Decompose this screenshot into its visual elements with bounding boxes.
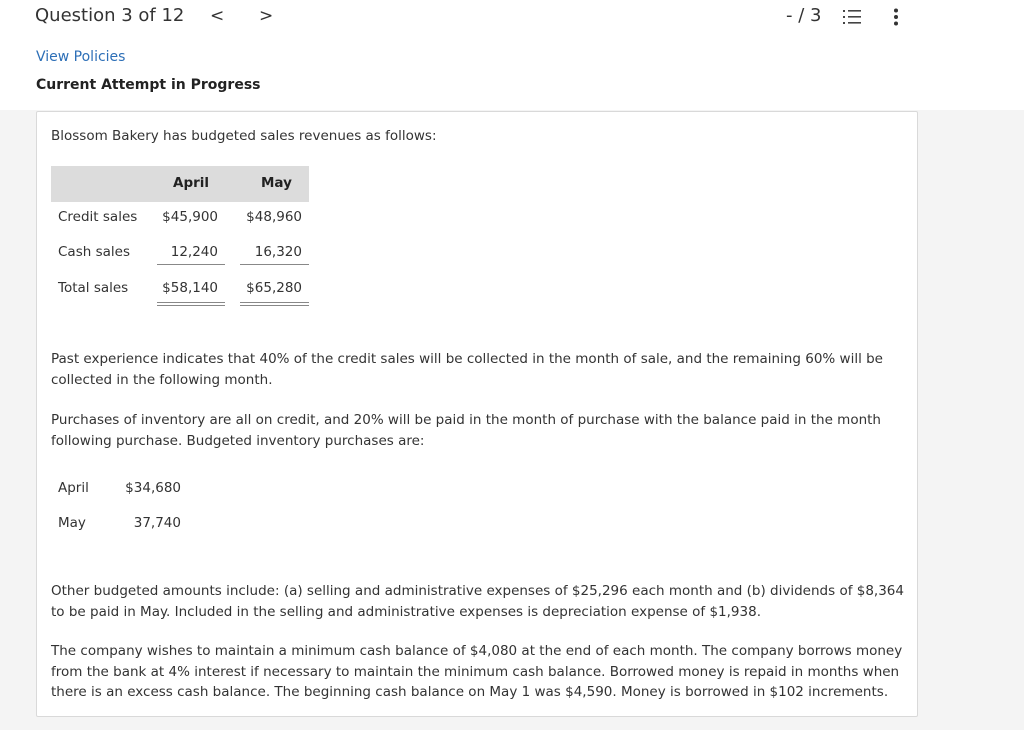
row-label-total-sales: Total sales [58, 280, 129, 296]
cell-credit-april: $45,900 [162, 209, 218, 225]
column-header-april: April [173, 175, 210, 191]
purchases-paragraph: Purchases of inventory are all on credit… [51, 412, 881, 449]
total-double-rule-april-top [157, 302, 225, 303]
view-policies-link[interactable]: View Policies [36, 49, 125, 65]
more-vertical-icon[interactable] [892, 8, 900, 26]
purchase-amount-april: $34,680 [125, 480, 181, 496]
total-double-rule-may-bottom [240, 305, 309, 306]
question-card: Blossom Bakery has budgeted sales revenu… [36, 111, 918, 717]
cell-cash-may: 16,320 [254, 244, 302, 260]
other-amounts-paragraph: Other budgeted amounts include: (a) sell… [51, 583, 904, 620]
question-counter: Question 3 of 12 [35, 5, 185, 26]
list-icon[interactable] [843, 9, 861, 25]
top-bar: Question 3 of 12 < > - / 3 [0, 0, 1024, 46]
chevron-right-icon[interactable]: > [259, 6, 273, 26]
intro-text: Blossom Bakery has budgeted sales revenu… [51, 128, 437, 144]
purchase-month-april: April [58, 480, 89, 496]
row-label-cash-sales: Cash sales [58, 244, 130, 260]
policy-area: View Policies Current Attempt in Progres… [0, 46, 1024, 110]
cell-cash-april: 12,240 [170, 244, 218, 260]
chevron-left-icon[interactable]: < [210, 6, 224, 26]
column-header-may: May [261, 175, 292, 191]
total-double-rule-april-bottom [157, 305, 225, 306]
cell-total-april: $58,140 [162, 280, 218, 296]
total-double-rule-may-top [240, 302, 309, 303]
purchase-amount-may: 37,740 [133, 515, 181, 531]
cell-credit-may: $48,960 [246, 209, 302, 225]
row-label-credit-sales: Credit sales [58, 209, 138, 225]
subtotal-rule-april [157, 264, 225, 265]
cell-total-may: $65,280 [246, 280, 302, 296]
purchase-month-may: May [58, 515, 86, 531]
score-display: - / 3 [786, 5, 822, 26]
subtotal-rule-may [240, 264, 309, 265]
attempt-status: Current Attempt in Progress [36, 77, 261, 93]
cash-policy-paragraph: The company wishes to maintain a minimum… [51, 643, 903, 700]
collections-paragraph: Past experience indicates that 40% of th… [51, 351, 883, 388]
